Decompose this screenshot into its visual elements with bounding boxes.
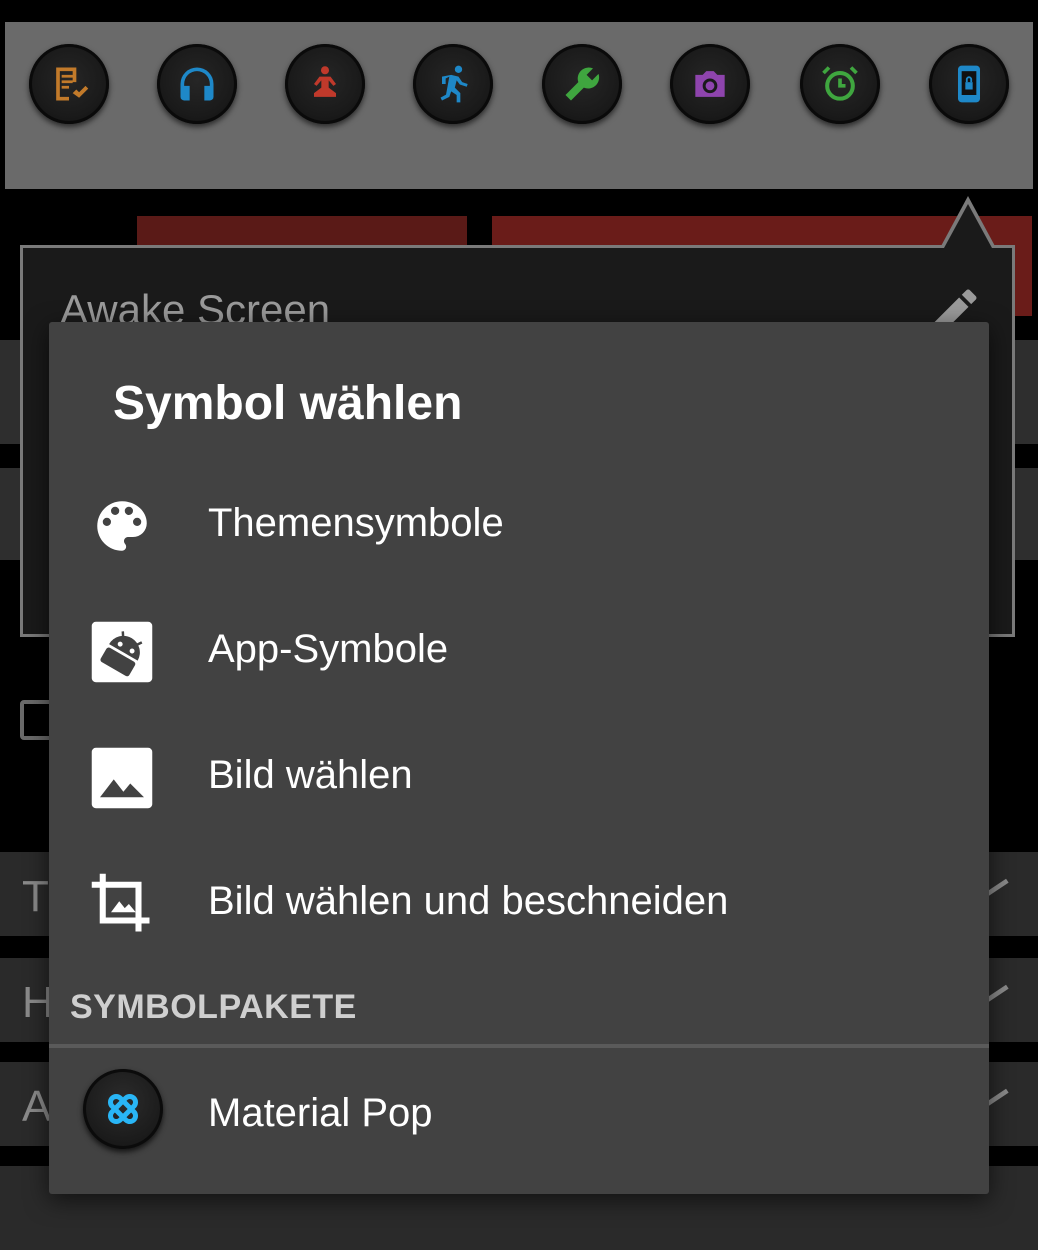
checklist-icon[interactable]: [29, 44, 109, 124]
icon-toolbar: [5, 22, 1033, 189]
menu-item-label: Bild wählen: [208, 753, 413, 797]
menu-item-label: Themensymbole: [208, 501, 504, 545]
menu-item-choose-and-crop-image[interactable]: Bild wählen und beschneiden: [49, 841, 989, 967]
phone-lock-icon[interactable]: [929, 44, 1009, 124]
material-pop-icon: [83, 1069, 163, 1149]
section-header-symbol-packs: SYMBOLPAKETE: [70, 988, 357, 1026]
image-icon: [89, 745, 155, 811]
menu-item-label: App-Symbole: [208, 627, 449, 671]
popup-pointer-inner: [944, 204, 992, 248]
dialog-title: Symbol wählen: [113, 377, 463, 430]
menu-item-label: Material Pop: [208, 1091, 433, 1135]
camera-icon[interactable]: [670, 44, 750, 124]
menu-item-material-pop[interactable]: Material Pop: [49, 1051, 989, 1177]
menu-item-app-symbols[interactable]: App-Symbole: [49, 589, 989, 715]
palette-icon: [89, 493, 155, 559]
headphones-icon[interactable]: [157, 44, 237, 124]
android-app-icon: [89, 619, 155, 685]
select-symbol-dialog: Symbol wählen Themensymbole App-Symbole …: [49, 322, 989, 1194]
background-row-letter: A: [22, 1082, 52, 1131]
menu-item-theme-symbols[interactable]: Themensymbole: [49, 463, 989, 589]
alarm-clock-icon[interactable]: [800, 44, 880, 124]
divider: [49, 1044, 989, 1048]
menu-item-choose-image[interactable]: Bild wählen: [49, 715, 989, 841]
background-row-letter: T: [22, 872, 49, 921]
meditation-icon[interactable]: [285, 44, 365, 124]
runner-icon[interactable]: [413, 44, 493, 124]
wrench-icon[interactable]: [542, 44, 622, 124]
crop-image-icon: [89, 871, 155, 937]
menu-item-label: Bild wählen und beschneiden: [208, 879, 729, 923]
